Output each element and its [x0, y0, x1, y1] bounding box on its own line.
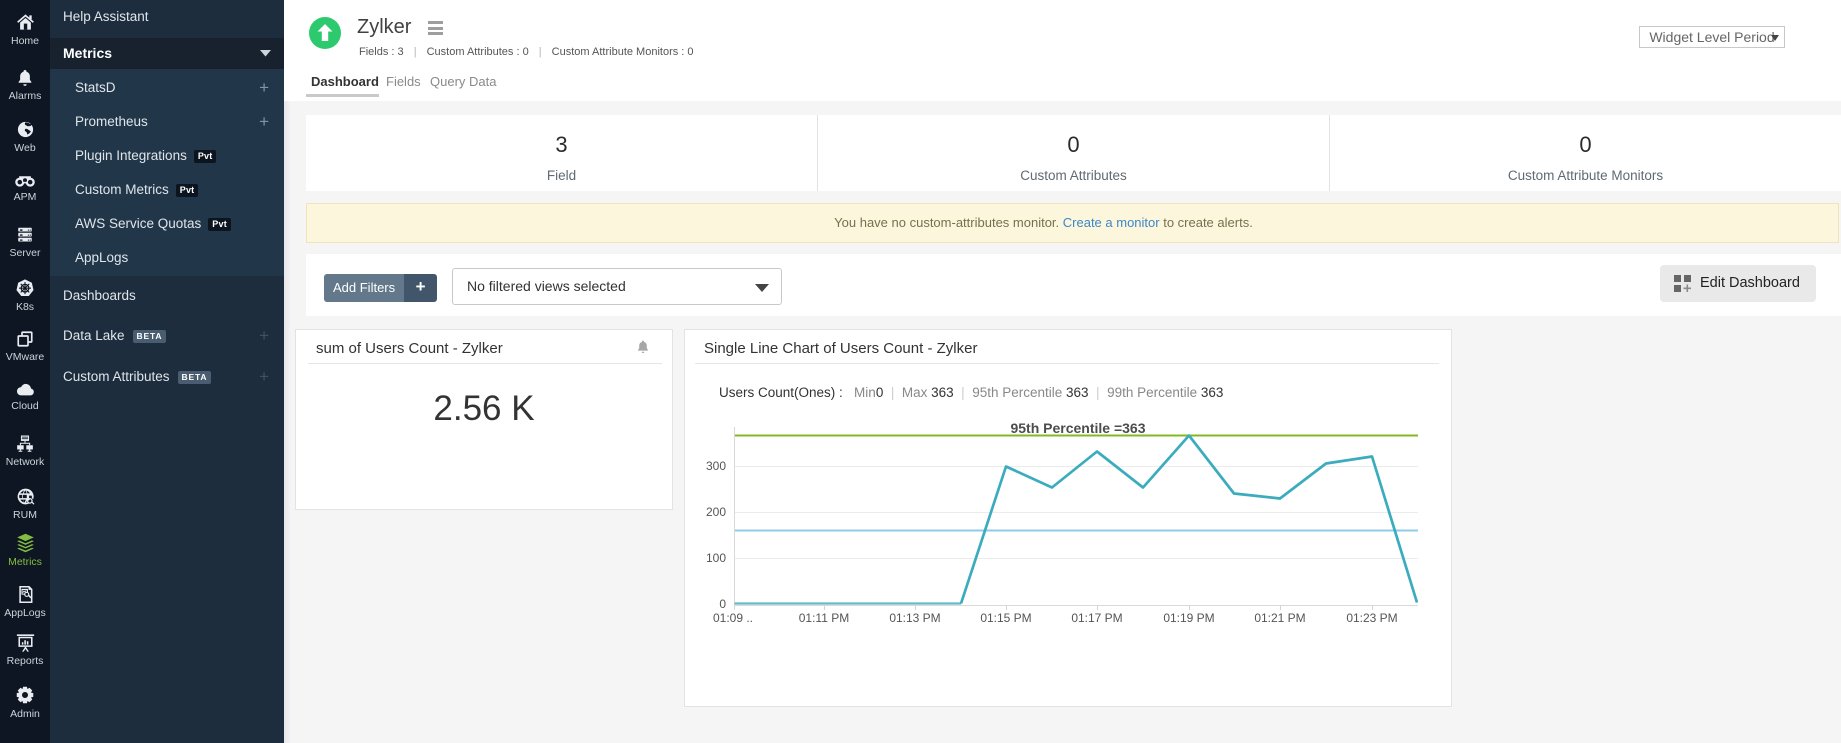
svg-text:01:19 PM: 01:19 PM: [1163, 611, 1214, 625]
svg-text:300: 300: [706, 459, 726, 473]
svg-text:01:23 PM: 01:23 PM: [1346, 611, 1397, 625]
svg-text:01:09 ..: 01:09 ..: [713, 611, 753, 625]
svg-text:01:21 PM: 01:21 PM: [1254, 611, 1305, 625]
svg-text:01:17 PM: 01:17 PM: [1071, 611, 1122, 625]
svg-text:0: 0: [719, 597, 726, 611]
svg-text:100: 100: [706, 551, 726, 565]
svg-text:01:15 PM: 01:15 PM: [980, 611, 1031, 625]
svg-text:01:13 PM: 01:13 PM: [889, 611, 940, 625]
svg-text:200: 200: [706, 505, 726, 519]
svg-text:01:11 PM: 01:11 PM: [799, 611, 849, 625]
